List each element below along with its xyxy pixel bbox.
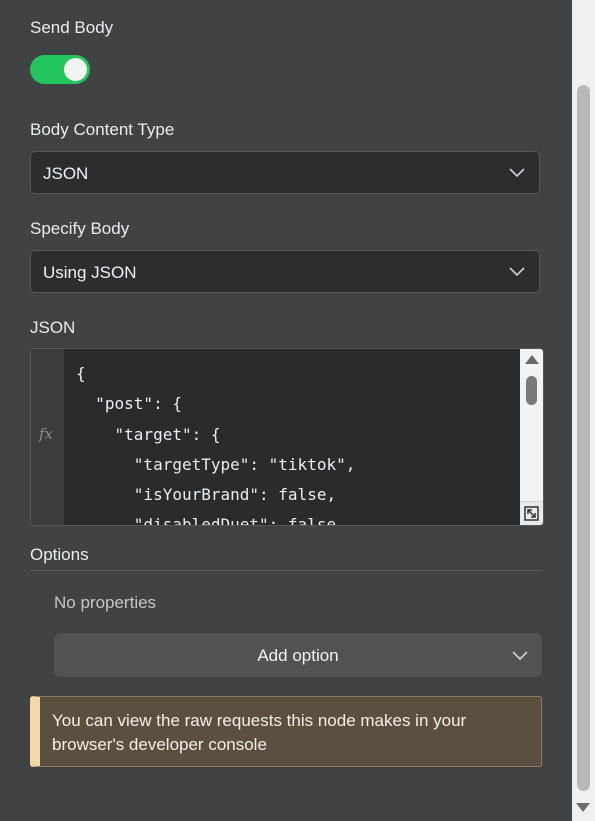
json-editor[interactable]: fx { "post": { "target": { "targetType":… [30,348,544,526]
toggle-knob [64,58,87,81]
code-line: "post": { [76,394,182,414]
no-properties-text: No properties [54,593,157,612]
send-body-toggle[interactable] [30,55,90,84]
notice-text: You can view the raw requests this node … [52,711,467,754]
editor-gutter: fx [31,349,64,525]
specify-body-select[interactable]: Using JSON [30,250,540,293]
expand-icon [524,506,539,521]
json-label: JSON [30,318,76,337]
options-label: Options [30,545,89,564]
specify-body-label: Specify Body [30,219,130,238]
code-line: { [76,364,86,383]
code-line: "isYourBrand": false, [76,485,337,505]
info-notice: You can view the raw requests this node … [30,696,542,767]
code-line: "target": { [76,424,221,444]
page-scroll-thumb[interactable] [577,85,590,791]
scroll-down-arrow-icon[interactable] [576,803,590,812]
scroll-up-arrow-icon[interactable] [525,355,539,364]
editor-scrollbar[interactable] [520,349,543,525]
add-option-button[interactable]: Add option [54,633,542,677]
chevron-down-icon [509,267,525,277]
code-line: "disabledDuet": false, [76,515,346,526]
editor-scroll-thumb[interactable] [526,376,537,405]
body-content-type-select[interactable]: JSON [30,151,540,194]
chevron-down-icon [512,651,528,661]
code-line: "targetType": "tiktok", [76,454,356,474]
chevron-down-icon [509,168,525,178]
parameters-panel: Send Body Body Content Type JSON Specify… [0,0,572,821]
send-body-label: Send Body [30,18,114,37]
specify-body-value: Using JSON [43,263,137,282]
add-option-label: Add option [257,646,339,665]
body-content-type-label: Body Content Type [30,120,175,139]
expression-fx-icon[interactable]: fx [39,425,53,443]
page-scrollbar[interactable] [572,0,595,821]
json-code[interactable]: { "post": { "target": { "targetType": "t… [76,359,356,526]
options-divider [30,570,542,571]
body-content-type-value: JSON [43,164,89,183]
expand-editor-button[interactable] [520,501,543,525]
